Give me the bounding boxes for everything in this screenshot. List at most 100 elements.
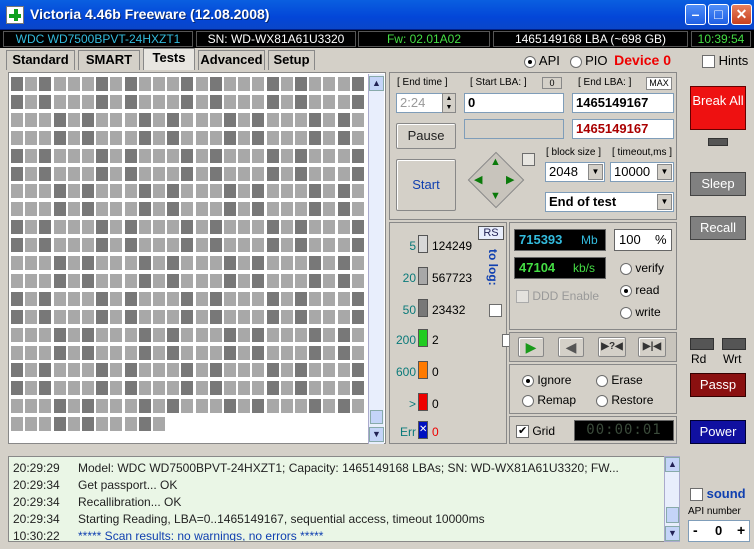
scan-block bbox=[224, 130, 236, 145]
sound-checkbox[interactable] bbox=[690, 488, 703, 502]
mode-read[interactable]: read bbox=[620, 283, 659, 297]
end-lba-field[interactable]: 1465149167 bbox=[572, 93, 674, 113]
start-lba-reset-button[interactable]: 0 bbox=[542, 77, 562, 89]
arrow-up-icon[interactable]: ▲ bbox=[490, 156, 501, 168]
hints-toggle[interactable]: Hints bbox=[702, 53, 748, 69]
action-erase[interactable]: Erase bbox=[596, 373, 643, 387]
end-lba-max-button[interactable]: MAX bbox=[646, 77, 672, 90]
scan-block bbox=[138, 77, 151, 91]
scroll-down-icon[interactable]: ▼ bbox=[369, 427, 384, 442]
arrow-right-icon[interactable]: ▶ bbox=[506, 173, 514, 186]
power-button[interactable]: Power bbox=[690, 420, 746, 444]
mode-write[interactable]: write bbox=[620, 305, 661, 319]
timeout-select[interactable]: 10000 ▼ bbox=[610, 162, 674, 182]
ignore-radio[interactable] bbox=[522, 374, 534, 387]
play-icon[interactable]: ▶ bbox=[518, 337, 544, 357]
scan-block bbox=[195, 238, 208, 253]
direction-pad[interactable]: ▲ ▼ ◀ ▶ bbox=[466, 150, 526, 210]
erase-radio[interactable] bbox=[596, 374, 608, 387]
log-scroll-up-icon[interactable]: ▲ bbox=[665, 457, 680, 472]
scan-block bbox=[266, 256, 279, 270]
scan-block bbox=[167, 238, 180, 253]
scan-block bbox=[25, 291, 38, 306]
scan-block bbox=[124, 112, 137, 127]
scan-block bbox=[153, 220, 165, 235]
tab-setup[interactable]: Setup bbox=[268, 50, 315, 70]
sleep-button[interactable]: Sleep bbox=[690, 172, 746, 196]
scan-block bbox=[323, 381, 336, 396]
action-ignore[interactable]: Ignore bbox=[522, 373, 571, 387]
scan-block bbox=[266, 381, 279, 396]
scroll-up-icon[interactable]: ▲ bbox=[369, 76, 384, 91]
log-scroll-down-icon[interactable]: ▼ bbox=[665, 526, 680, 541]
scan-block bbox=[195, 130, 208, 145]
title-bar[interactable]: Victoria 4.46b Freeware (12.08.2008) – □… bbox=[0, 0, 754, 30]
tab-tests[interactable]: Tests bbox=[143, 48, 195, 70]
increment-icon[interactable]: + bbox=[737, 522, 745, 538]
scan-block bbox=[337, 381, 350, 396]
scan-block bbox=[96, 94, 109, 109]
scan-block bbox=[39, 309, 52, 324]
scan-block bbox=[224, 77, 236, 91]
scan-block bbox=[224, 273, 236, 288]
read-radio[interactable] bbox=[620, 284, 632, 297]
playback-controls: ▶ ◀ ▶?◀ ▶|◀ bbox=[509, 332, 677, 362]
end-time-field[interactable]: 2:24 bbox=[396, 93, 444, 113]
action-remap[interactable]: Remap bbox=[522, 393, 576, 407]
scan-block bbox=[124, 238, 137, 253]
sound-toggle[interactable]: sound bbox=[690, 486, 746, 502]
api-number-stepper[interactable]: - 0 + bbox=[688, 520, 750, 542]
maximize-button[interactable]: □ bbox=[708, 4, 729, 25]
api-radio[interactable] bbox=[524, 55, 536, 68]
arrow-down-icon[interactable]: ▼ bbox=[490, 190, 501, 202]
close-button[interactable]: ✕ bbox=[731, 4, 752, 25]
scan-block bbox=[181, 202, 194, 217]
tab-standard[interactable]: Standard bbox=[6, 50, 75, 70]
scan-map-scrollbar[interactable]: ▲ ▼ bbox=[368, 74, 384, 444]
scan-block bbox=[11, 202, 23, 217]
mode-verify[interactable]: verify bbox=[620, 261, 664, 275]
end-time-spinner[interactable]: ▲ ▼ bbox=[442, 93, 456, 113]
write-radio[interactable] bbox=[620, 306, 632, 319]
ddd-enable[interactable]: DDD Enable bbox=[516, 289, 599, 304]
scan-block bbox=[96, 148, 109, 163]
grid-toggle[interactable]: Grid bbox=[516, 424, 555, 439]
log-toggle-checkbox[interactable] bbox=[489, 304, 502, 318]
restore-radio[interactable] bbox=[596, 394, 608, 407]
scan-block bbox=[53, 256, 66, 270]
decrement-icon[interactable]: - bbox=[693, 522, 698, 538]
skip-end-icon[interactable]: ▶|◀ bbox=[638, 337, 666, 357]
minimize-button[interactable]: – bbox=[685, 4, 706, 25]
verify-radio[interactable] bbox=[620, 262, 632, 275]
seek-random-icon[interactable]: ▶?◀ bbox=[598, 337, 626, 357]
device-label[interactable]: Device 0 bbox=[614, 52, 671, 68]
end-action-select[interactable]: End of test ▼ bbox=[545, 192, 674, 212]
drive-info-bar: WDC WD7500BPVT-24HXZT1 SN: WD-WX81A61U33… bbox=[0, 30, 754, 48]
passport-button[interactable]: Passp bbox=[690, 373, 746, 397]
break-all-button[interactable]: Break All bbox=[690, 86, 746, 130]
action-restore[interactable]: Restore bbox=[596, 393, 653, 407]
grid-checkbox[interactable] bbox=[516, 424, 529, 439]
scroll-thumb[interactable] bbox=[370, 410, 383, 424]
scan-block bbox=[167, 345, 180, 360]
direction-checkbox[interactable] bbox=[522, 153, 535, 167]
scan-block bbox=[351, 148, 364, 163]
start-button[interactable]: Start bbox=[396, 159, 456, 211]
start-lba-field[interactable]: 0 bbox=[464, 93, 564, 113]
tab-advanced[interactable]: Advanced bbox=[198, 50, 265, 70]
pause-button[interactable]: Pause bbox=[396, 123, 456, 149]
mb-counter: 715393 Mb bbox=[514, 229, 606, 251]
hints-checkbox[interactable] bbox=[702, 55, 715, 69]
ddd-checkbox[interactable] bbox=[516, 290, 529, 304]
scan-block bbox=[153, 166, 165, 181]
recall-button[interactable]: Recall bbox=[690, 216, 746, 240]
back-icon[interactable]: ◀ bbox=[558, 337, 584, 357]
pio-radio[interactable] bbox=[569, 55, 582, 68]
tab-smart[interactable]: SMART bbox=[78, 50, 140, 70]
log-scroll-thumb[interactable] bbox=[666, 507, 679, 523]
block-size-select[interactable]: 2048 ▼ bbox=[545, 162, 605, 182]
remap-radio[interactable] bbox=[522, 394, 534, 407]
scan-block bbox=[309, 291, 322, 306]
arrow-left-icon[interactable]: ◀ bbox=[474, 173, 482, 186]
log-scrollbar[interactable]: ▲ ▼ bbox=[664, 456, 680, 542]
